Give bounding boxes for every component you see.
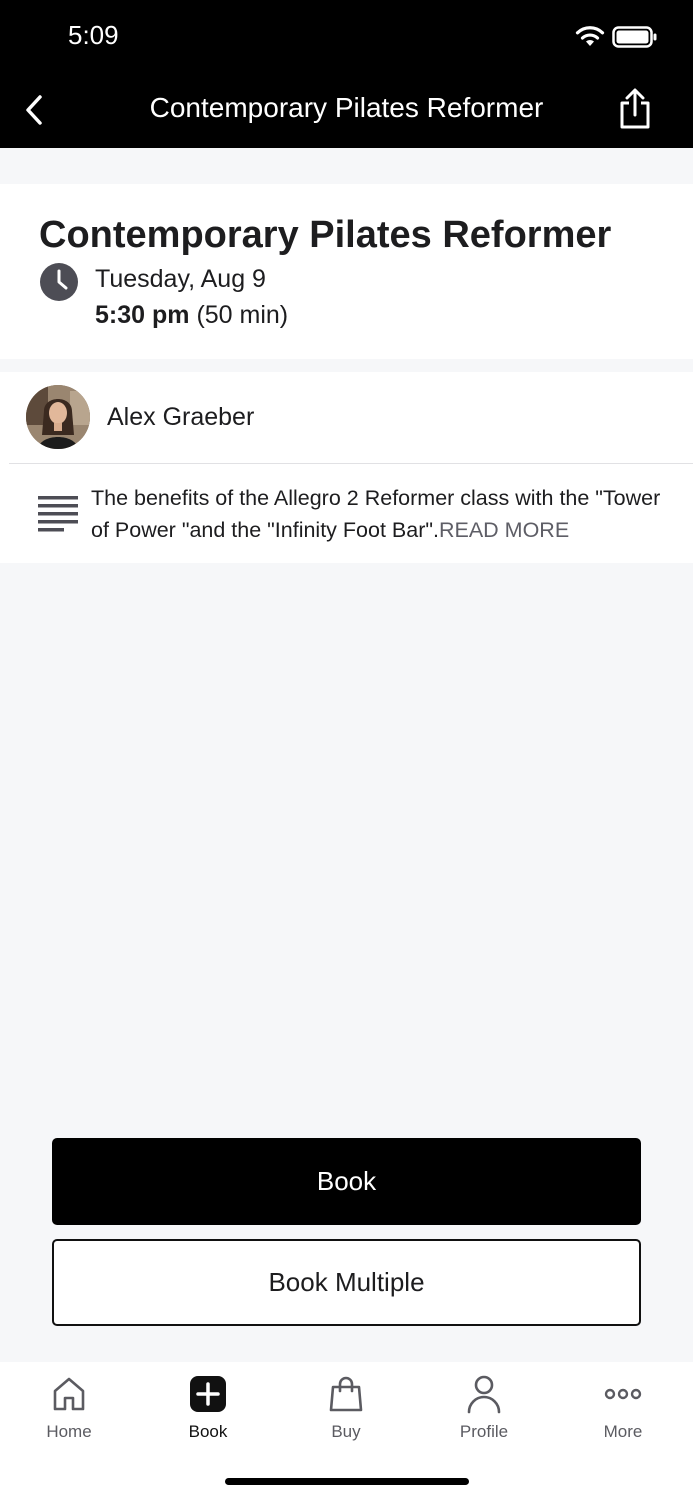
tab-book-label: Book bbox=[188, 1422, 228, 1441]
class-title: Contemporary Pilates Reformer bbox=[39, 214, 612, 256]
shopping-bag-icon bbox=[326, 1374, 366, 1414]
chevron-left-icon bbox=[26, 95, 42, 125]
instructor-avatar[interactable] bbox=[26, 385, 90, 449]
back-button[interactable] bbox=[16, 90, 52, 130]
tab-profile-label: Profile bbox=[459, 1422, 509, 1441]
clock-icon bbox=[40, 263, 78, 301]
status-time: 5:09 bbox=[68, 20, 119, 50]
class-details-card: Alex Graeber The benefits of the Allegro… bbox=[0, 372, 693, 563]
instructor-name[interactable]: Alex Graeber bbox=[107, 403, 254, 432]
book-button[interactable]: Book bbox=[52, 1138, 641, 1225]
text-lines-icon bbox=[38, 496, 78, 532]
battery-icon bbox=[612, 26, 657, 48]
tab-book[interactable]: Book bbox=[158, 1374, 258, 1444]
tab-home-label: Home bbox=[46, 1422, 92, 1441]
plus-square-icon bbox=[188, 1374, 228, 1414]
tab-profile[interactable]: Profile bbox=[434, 1374, 534, 1444]
description-text: The benefits of the Allegro 2 Reformer c… bbox=[91, 486, 661, 542]
tab-buy[interactable]: Buy bbox=[296, 1374, 396, 1444]
class-start-time: 5:30 pm bbox=[95, 301, 190, 329]
tab-buy-label: Buy bbox=[331, 1422, 361, 1441]
share-icon bbox=[620, 88, 650, 129]
class-time: 5:30 pm (50 min) bbox=[95, 301, 288, 330]
divider bbox=[9, 463, 693, 464]
nav-bar: Contemporary Pilates Reformer bbox=[0, 70, 693, 148]
status-bar: 5:09 bbox=[0, 0, 693, 70]
home-indicator[interactable] bbox=[225, 1478, 469, 1485]
person-icon bbox=[464, 1374, 504, 1414]
home-icon bbox=[49, 1374, 89, 1414]
class-description: The benefits of the Allegro 2 Reformer c… bbox=[91, 482, 681, 546]
read-more-link[interactable]: READ MORE bbox=[439, 518, 569, 542]
class-date: Tuesday, Aug 9 bbox=[95, 265, 266, 293]
wifi-icon bbox=[575, 26, 605, 46]
avatar-photo bbox=[26, 385, 90, 449]
tab-home[interactable]: Home bbox=[19, 1374, 119, 1444]
class-header-card: Contemporary Pilates Reformer Tuesday, A… bbox=[0, 184, 693, 359]
class-duration: (50 min) bbox=[196, 301, 289, 329]
book-multiple-button[interactable]: Book Multiple bbox=[52, 1239, 641, 1326]
tab-more-label: More bbox=[603, 1422, 643, 1441]
tab-more[interactable]: More bbox=[573, 1374, 673, 1444]
more-dots-icon bbox=[603, 1374, 643, 1414]
nav-title: Contemporary Pilates Reformer bbox=[149, 92, 544, 123]
share-button[interactable] bbox=[614, 86, 656, 132]
